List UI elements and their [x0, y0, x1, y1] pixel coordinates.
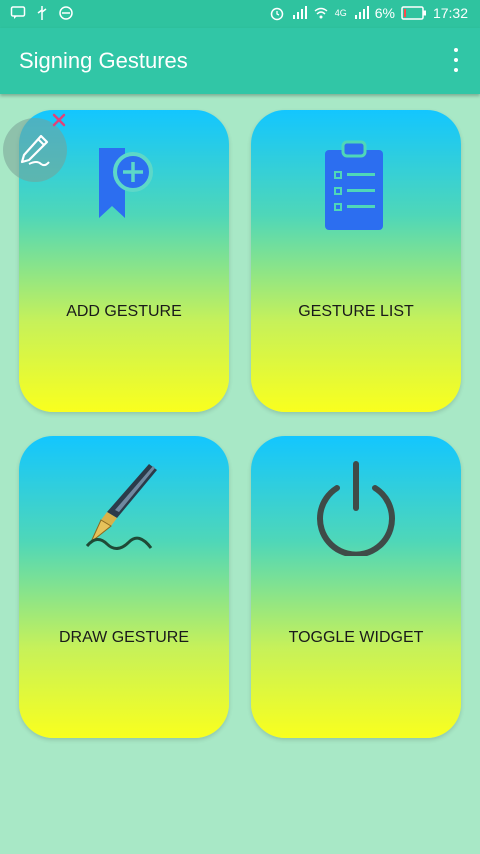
pen-signature-icon [20, 134, 50, 167]
status-right-icons: 4G 6% 17:32 [269, 5, 468, 21]
wifi-calling-icon [314, 7, 328, 19]
gesture-list-card[interactable]: GESTURE LIST [251, 110, 461, 412]
toggle-widget-card[interactable]: TOGGLE WIDGET [251, 436, 461, 738]
more-vert-icon[interactable] [446, 48, 466, 72]
clock: 17:32 [432, 5, 468, 21]
add-gesture-label: ADD GESTURE [66, 303, 182, 320]
blocked-icon [59, 6, 73, 20]
signal-icon-2 [354, 6, 369, 19]
app-bar: Signing Gestures [0, 28, 480, 94]
status-bar: 4G 6% 17:32 [0, 0, 480, 28]
battery-percent: 6% [374, 5, 395, 21]
network-type: 4G [334, 8, 347, 18]
usb-icon [37, 6, 47, 20]
clipboard-list-icon [325, 140, 383, 230]
app-title: Signing Gestures [19, 48, 188, 73]
signal-icon [292, 6, 307, 19]
toggle-widget-label: TOGGLE WIDGET [288, 629, 424, 646]
battery-icon [401, 6, 426, 20]
power-icon [317, 461, 395, 556]
fountain-pen-icon [85, 464, 157, 550]
message-icon [10, 6, 26, 19]
close-icon[interactable] [51, 112, 67, 128]
draw-gesture-label: DRAW GESTURE [58, 629, 190, 646]
status-left-icons [10, 5, 74, 21]
gesture-list-label: GESTURE LIST [298, 303, 414, 320]
alarm-icon [270, 7, 283, 21]
bookmark-add-icon [99, 148, 153, 218]
draw-gesture-card[interactable]: DRAW GESTURE [19, 436, 229, 738]
